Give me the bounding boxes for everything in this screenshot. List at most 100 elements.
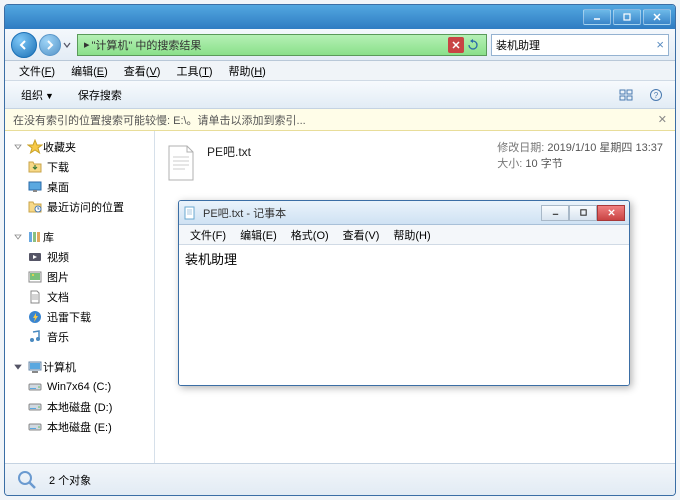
thunder-icon <box>27 309 43 325</box>
modified-label: 修改日期: <box>497 142 544 154</box>
maximize-button[interactable] <box>613 9 641 25</box>
sidebar-item-label: 本地磁盘 (E:) <box>47 419 112 435</box>
sidebar-label: 库 <box>43 229 54 245</box>
nav-history-dropdown[interactable] <box>61 41 73 49</box>
minimize-button[interactable] <box>583 9 611 25</box>
sidebar-item-label: 视频 <box>47 249 69 265</box>
sidebar-item-label: 图片 <box>47 269 69 285</box>
document-icon <box>27 289 43 305</box>
menu-file[interactable]: 文件(F) <box>11 63 63 79</box>
organize-button[interactable]: 组织▼ <box>13 85 62 105</box>
drive-icon <box>27 379 43 395</box>
info-bar[interactable]: 在没有索引的位置搜索可能较慢: E:\。请单击以添加到索引... ✕ <box>5 109 675 131</box>
command-bar: 组织▼ 保存搜索 ? <box>5 81 675 109</box>
sidebar-item-music[interactable]: 音乐 <box>5 327 154 347</box>
sidebar-item-desktop[interactable]: 桌面 <box>5 177 154 197</box>
forward-button[interactable] <box>39 34 61 56</box>
notepad-title: PE吧.txt - 记事本 <box>203 205 535 221</box>
sidebar-group-libraries: 库 视频 图片 文档 迅雷下载 <box>5 227 154 347</box>
sidebar-item-video[interactable]: 视频 <box>5 247 154 267</box>
sidebar-item-documents[interactable]: 文档 <box>5 287 154 307</box>
notepad-menu-help[interactable]: 帮助(H) <box>386 227 437 243</box>
sidebar-item-label: 桌面 <box>47 179 69 195</box>
sidebar-header-computer[interactable]: 计算机 <box>5 357 154 377</box>
sidebar-header-favorites[interactable]: 收藏夹 <box>5 137 154 157</box>
sidebar-item-downloads[interactable]: 下载 <box>5 157 154 177</box>
search-input[interactable] <box>496 39 656 51</box>
sidebar-header-libraries[interactable]: 库 <box>5 227 154 247</box>
text-file-icon <box>165 143 197 183</box>
sidebar-item-label: Win7x64 (C:) <box>47 381 111 393</box>
menubar: 文件(F) 编辑(E) 查看(V) 工具(T) 帮助(H) <box>5 61 675 81</box>
save-search-button[interactable]: 保存搜索 <box>70 85 130 105</box>
sidebar-item-drive-c[interactable]: Win7x64 (C:) <box>5 377 154 397</box>
disclosure-icon <box>13 232 23 242</box>
menu-edit[interactable]: 编辑(E) <box>63 63 116 79</box>
close-button[interactable] <box>643 9 671 25</box>
sidebar-item-label: 下载 <box>47 159 69 175</box>
back-button[interactable] <box>11 32 37 58</box>
size-label: 大小: <box>497 158 522 170</box>
address-bar[interactable]: ▸ "计算机" 中的搜索结果 <box>77 34 487 56</box>
notepad-maximize-button[interactable] <box>569 205 597 221</box>
sidebar-group-favorites: 收藏夹 下载 桌面 最近访问的位置 <box>5 137 154 217</box>
titlebar <box>5 5 675 29</box>
nav-buttons <box>11 32 73 58</box>
notepad-icon <box>183 206 197 220</box>
search-box[interactable]: × <box>491 34 669 56</box>
sidebar-group-computer: 计算机 Win7x64 (C:) 本地磁盘 (D:) 本地磁盘 (E:) <box>5 357 154 437</box>
svg-text:?: ? <box>654 91 659 100</box>
notepad-menu-view[interactable]: 查看(V) <box>336 227 387 243</box>
sidebar: 收藏夹 下载 桌面 最近访问的位置 <box>5 131 155 463</box>
music-icon <box>27 329 43 345</box>
info-bar-text: 在没有索引的位置搜索可能较慢: E:\。请单击以添加到索引... <box>13 112 306 128</box>
sidebar-item-label: 迅雷下载 <box>47 309 91 325</box>
notepad-menubar: 文件(F) 编辑(E) 格式(O) 查看(V) 帮助(H) <box>179 225 629 245</box>
status-text: 2 个对象 <box>49 472 91 488</box>
info-bar-close[interactable]: ✕ <box>658 113 667 126</box>
recent-icon <box>27 199 43 215</box>
picture-icon <box>27 269 43 285</box>
drive-icon <box>27 399 43 415</box>
sidebar-item-label: 音乐 <box>47 329 69 345</box>
refresh-button[interactable] <box>464 36 482 54</box>
library-icon <box>27 229 43 245</box>
menu-tools[interactable]: 工具(T) <box>168 63 220 79</box>
disclosure-icon <box>13 362 23 372</box>
sidebar-item-pictures[interactable]: 图片 <box>5 267 154 287</box>
view-options-button[interactable] <box>615 85 637 105</box>
sidebar-item-label: 最近访问的位置 <box>47 199 124 215</box>
result-meta: 修改日期: 2019/1/10 星期四 13:37 大小: 10 字节 <box>497 139 663 171</box>
download-icon <box>27 159 43 175</box>
modified-value: 2019/1/10 星期四 13:37 <box>547 142 663 154</box>
address-clear-button[interactable] <box>448 37 464 53</box>
sidebar-label: 收藏夹 <box>43 139 76 155</box>
status-bar: 2 个对象 <box>5 463 675 495</box>
menu-help[interactable]: 帮助(H) <box>221 63 274 79</box>
desktop-icon <box>27 179 43 195</box>
sidebar-item-recent[interactable]: 最近访问的位置 <box>5 197 154 217</box>
magnifier-icon <box>15 468 39 492</box>
notepad-window: PE吧.txt - 记事本 文件(F) 编辑(E) 格式(O) 查看(V) 帮助… <box>178 200 630 386</box>
breadcrumb-chevron: ▸ <box>84 38 90 51</box>
computer-icon <box>27 359 43 375</box>
search-clear-button[interactable]: × <box>656 37 664 52</box>
star-icon <box>27 139 43 155</box>
video-icon <box>27 249 43 265</box>
notepad-content[interactable]: 装机助理 <box>179 245 629 385</box>
notepad-close-button[interactable] <box>597 205 625 221</box>
help-button[interactable]: ? <box>645 85 667 105</box>
notepad-titlebar[interactable]: PE吧.txt - 记事本 <box>179 201 629 225</box>
menu-view[interactable]: 查看(V) <box>116 63 169 79</box>
sidebar-item-label: 文档 <box>47 289 69 305</box>
sidebar-item-drive-e[interactable]: 本地磁盘 (E:) <box>5 417 154 437</box>
notepad-menu-format[interactable]: 格式(O) <box>284 227 336 243</box>
notepad-menu-file[interactable]: 文件(F) <box>183 227 233 243</box>
nav-toolbar: ▸ "计算机" 中的搜索结果 × <box>5 29 675 61</box>
size-value: 10 字节 <box>525 158 562 170</box>
disclosure-icon <box>13 142 23 152</box>
notepad-minimize-button[interactable] <box>541 205 569 221</box>
notepad-menu-edit[interactable]: 编辑(E) <box>233 227 284 243</box>
sidebar-item-thunder[interactable]: 迅雷下载 <box>5 307 154 327</box>
sidebar-item-drive-d[interactable]: 本地磁盘 (D:) <box>5 397 154 417</box>
